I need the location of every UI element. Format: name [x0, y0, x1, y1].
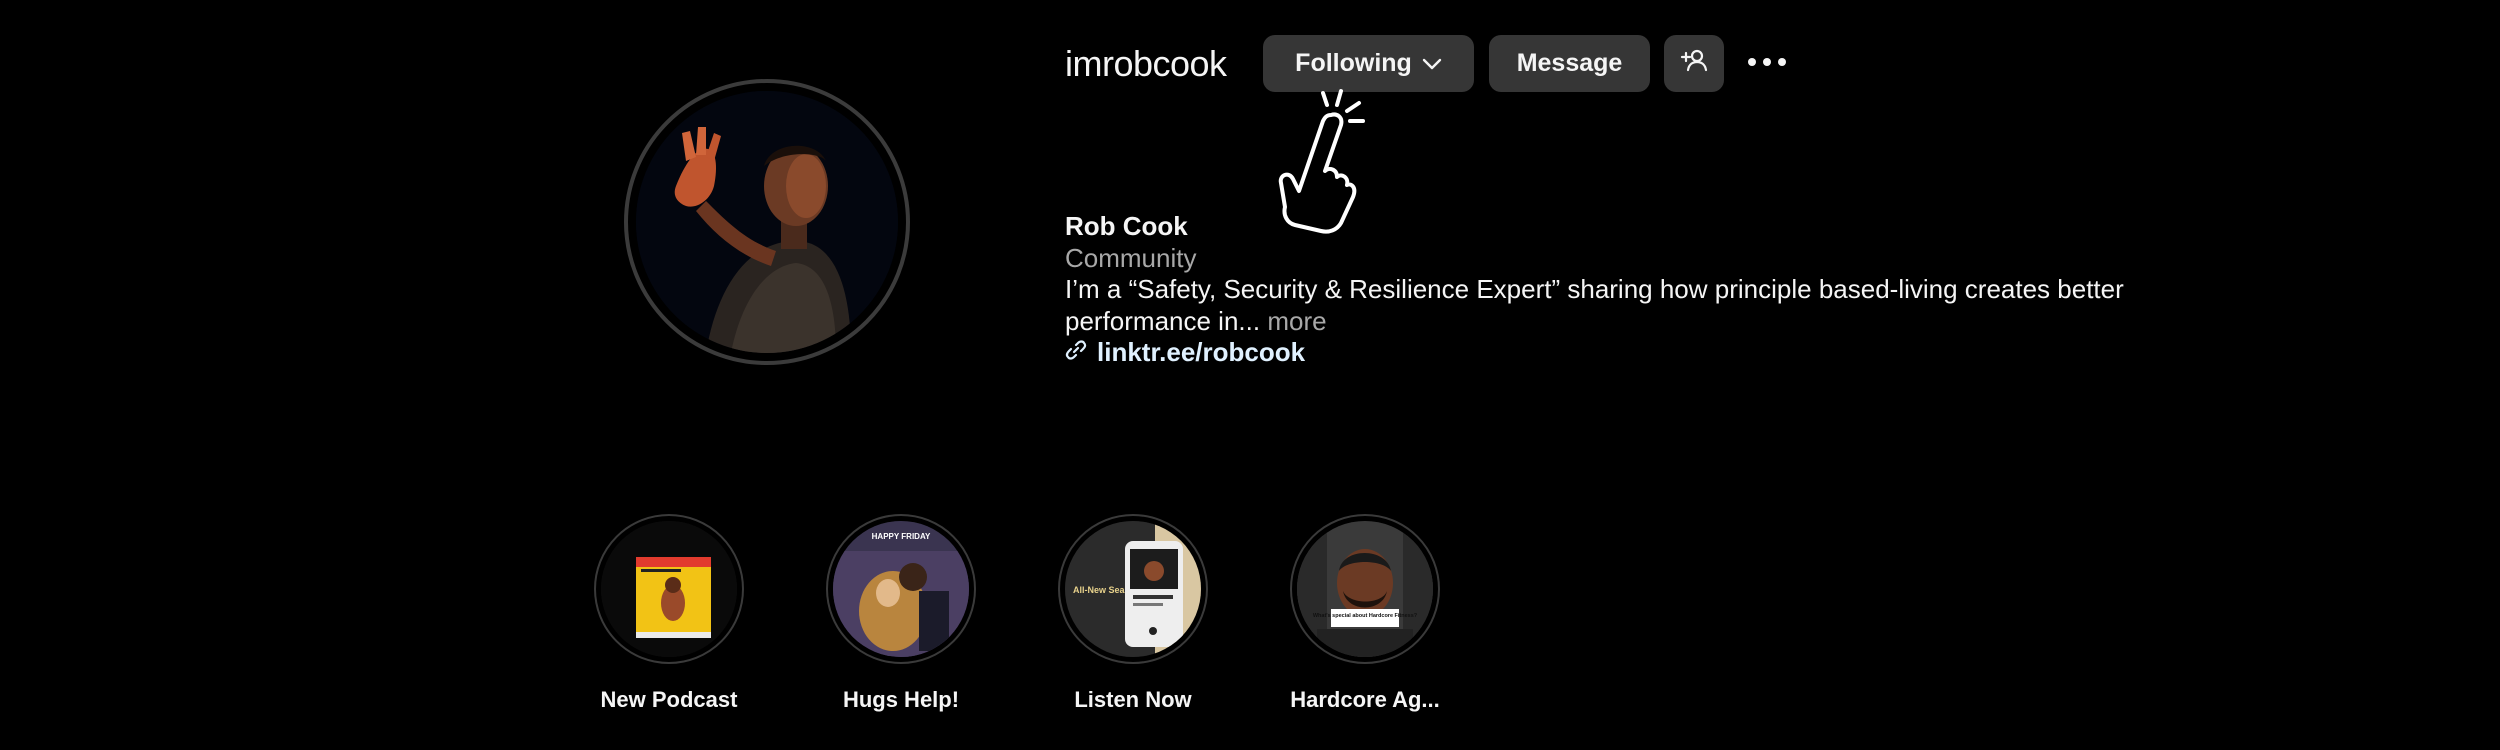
highlight-new-podcast[interactable]: New Podcast — [564, 514, 774, 714]
bio-body: I’m a “Safety, Security & Resilience Exp… — [1065, 274, 2124, 336]
highlight-label: Listen Now — [1074, 687, 1192, 712]
message-label: Message — [1516, 49, 1623, 77]
highlight-ring: All-New Season 2 — [1058, 514, 1208, 664]
highlight-label: Hardcore Ag... — [1290, 687, 1440, 712]
avatar-image — [636, 91, 898, 353]
highlight-cover: All-New Season 2 — [1065, 521, 1201, 657]
following-label: Following — [1295, 49, 1412, 77]
highlight-cover: What's special about Hardcore Fitness? — [1297, 521, 1433, 657]
highlight-hardcore[interactable]: What's special about Hardcore Fitness? H… — [1260, 514, 1470, 714]
profile-category: Community — [1065, 243, 1197, 273]
message-button[interactable]: Message — [1489, 35, 1650, 92]
following-button[interactable]: Following — [1263, 35, 1474, 92]
suggest-people-button[interactable] — [1664, 35, 1724, 92]
chevron-down-icon — [1422, 58, 1442, 70]
profile-page: imrobcook Following Message Rob Cook Com… — [0, 0, 2500, 750]
full-name: Rob Cook — [1065, 211, 1188, 241]
bio-text: I’m a “Safety, Security & Resilience Exp… — [1065, 273, 2175, 337]
highlight-cover — [601, 521, 737, 657]
bio-more-link[interactable]: more — [1267, 306, 1326, 336]
more-options-button[interactable] — [1745, 45, 1789, 81]
link-icon — [1065, 339, 1087, 366]
hand-pointer-icon — [1255, 85, 1375, 235]
highlight-label: Hugs Help! — [842, 687, 960, 712]
highlight-ring: What's special about Hardcore Fitness? — [1290, 514, 1440, 664]
username[interactable]: imrobcook — [1065, 40, 1227, 88]
add-person-icon — [1680, 48, 1708, 79]
ellipsis-icon — [1747, 54, 1787, 72]
highlight-listen-now[interactable]: All-New Season 2 Listen Now — [1028, 514, 1238, 714]
highlight-cover-text: What's special about Hardcore Fitness? — [1313, 613, 1418, 619]
highlight-cover-text: HAPPY FRIDAY — [872, 532, 931, 541]
highlight-label: New Podcast — [600, 687, 738, 712]
highlight-hugs-help[interactable]: HAPPY FRIDAY Hugs Help! — [796, 514, 1006, 714]
link-text: linktr.ee/robcook — [1097, 337, 1306, 367]
highlight-ring — [594, 514, 744, 664]
profile-avatar[interactable] — [624, 79, 910, 365]
highlight-cover: HAPPY FRIDAY — [833, 521, 969, 657]
highlight-ring: HAPPY FRIDAY — [826, 514, 976, 664]
profile-link[interactable]: linktr.ee/robcook — [1065, 336, 1305, 368]
